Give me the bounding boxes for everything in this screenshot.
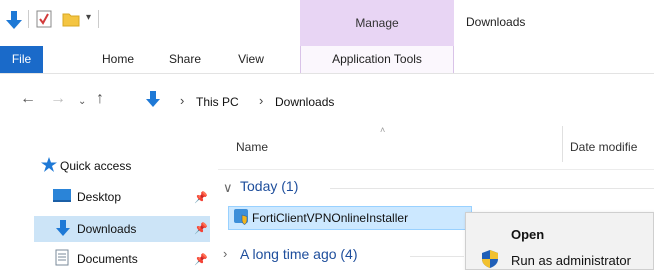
breadcrumb-this-pc[interactable]: This PC [196,95,239,109]
window-title: Downloads [466,15,526,29]
qat-dropdown-icon[interactable]: ▾ [86,12,91,23]
nav-item-downloads-label: Downloads [77,222,137,236]
nav-item-documents-label: Documents [77,252,138,266]
properties-checkbox-icon[interactable] [36,10,52,28]
menu-item-run-as-administrator[interactable]: Run as administrator [511,253,631,268]
tab-application-tools[interactable]: Application Tools [300,46,454,73]
group-expand-chevron-icon[interactable]: › [223,246,227,261]
breadcrumb-separator-icon[interactable]: › [180,93,184,108]
column-header-name[interactable]: Name [236,140,268,154]
pin-icon[interactable]: 📌 [194,222,208,235]
installer-shield-icon [234,209,248,225]
breadcrumb-separator-icon[interactable]: › [259,93,263,108]
back-arrow-icon[interactable]: ← [20,91,36,107]
toolbar-separator [98,10,99,28]
new-folder-icon[interactable] [62,11,80,27]
pin-icon[interactable]: 📌 [194,253,208,266]
nav-quick-access[interactable]: Quick access [60,159,131,173]
download-arrow-icon[interactable] [6,10,22,30]
manage-group-label: Manage [355,16,399,30]
pin-icon[interactable]: 📌 [194,191,208,204]
tab-file[interactable]: File [0,46,43,73]
column-divider[interactable] [562,126,563,162]
tab-share[interactable]: Share [158,46,212,73]
group-collapse-chevron-icon[interactable]: ∨ [223,180,233,196]
star-icon [41,157,57,172]
tab-home[interactable]: Home [88,46,148,73]
tab-view[interactable]: View [225,46,277,73]
menu-item-open[interactable]: Open [511,227,544,242]
group-long-time-ago[interactable]: A long time ago (4) [240,246,358,262]
documents-icon [55,249,69,266]
uac-shield-icon [482,250,498,268]
sort-caret-icon: ˄ [380,125,386,135]
group-divider [410,256,464,257]
breadcrumb-downloads[interactable]: Downloads [275,95,334,109]
recent-locations-chevron-icon[interactable]: ⌄ [78,94,86,110]
column-header-date-modified[interactable]: Date modifie [570,140,637,154]
desktop-icon [53,189,71,202]
toolbar-separator [28,10,29,28]
up-arrow-icon[interactable]: ↑ [96,91,104,107]
file-name: FortiClientVPNOnlineInstaller [252,211,409,225]
group-today[interactable]: Today (1) [240,178,298,194]
group-divider [330,188,654,189]
downloads-folder-icon [56,220,70,236]
downloads-location-icon [146,91,160,107]
forward-arrow-icon[interactable]: → [50,91,66,107]
nav-item-desktop-label: Desktop [77,190,122,204]
